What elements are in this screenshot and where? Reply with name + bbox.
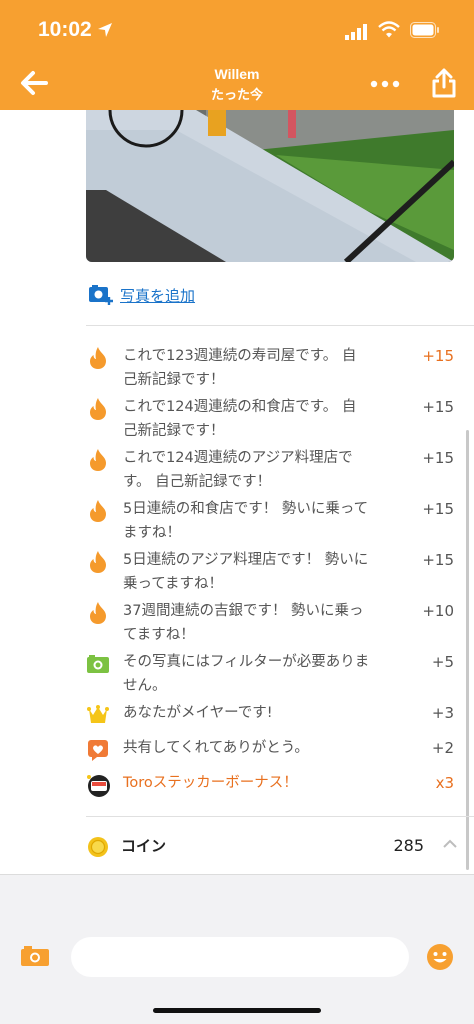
comment-input[interactable] [71, 937, 409, 977]
bonus-points: +15 [422, 551, 454, 569]
bonus-points: +15 [422, 398, 454, 416]
bonus-points: +10 [422, 602, 454, 620]
bonus-points: x3 [435, 774, 454, 792]
bonus-text: 5日連続のアジア料理店です！ 勢いに 乗ってますね！ [123, 548, 383, 596]
bonus-text-line: せん。 [123, 678, 167, 694]
app-header: 10:02 Willem たった今 [0, 0, 474, 110]
bonus-text: 5日連続の和食店です！ 勢いに乗って ますね！ [123, 497, 383, 545]
coin-label: コイン [121, 837, 167, 855]
status-time: 10:02 [38, 18, 92, 41]
bonus-text: これで124週連続の和食店です。 自己新記録です！ [123, 395, 383, 443]
bonus-text-line: その写真にはフィルターが必要ありま [123, 654, 370, 670]
bonus-text: 共有してくれてありがとう。 [123, 736, 383, 760]
coin-total: 285 [393, 836, 424, 855]
bonus-text-line: これで123週連続の寿司屋です。 自 [123, 348, 357, 364]
coin-icon [88, 837, 108, 857]
sticker-emoji-icon[interactable] [426, 943, 454, 971]
bonus-text-line: これで124週連続の和食店です。 自 [123, 399, 357, 415]
camera-icon [86, 652, 110, 676]
bonus-points: +5 [431, 653, 454, 671]
bonus-text-line: 5日連続の和食店です！ 勢いに乗って [123, 501, 369, 517]
bonus-text-line: Toroステッカーボーナス！ [123, 775, 298, 791]
bonus-text: これで123週連続の寿司屋です。 自己新記録です！ [123, 344, 383, 392]
bonus-points: +3 [431, 704, 454, 722]
bonus-text-line: これで124週連続のアジア料理店で [123, 450, 353, 466]
bonus-text-line: 共有してくれてありがとう。 [123, 740, 309, 756]
checkin-user-name: Willem [214, 66, 260, 82]
share-icon[interactable] [432, 68, 456, 98]
crown-icon [86, 703, 110, 727]
battery-icon [410, 22, 439, 38]
bonus-text: その写真にはフィルターが必要ありま せん。 [123, 650, 383, 698]
flame-icon [86, 346, 110, 370]
home-indicator [153, 1008, 321, 1013]
more-options-icon[interactable] [370, 80, 400, 88]
bonus-text-line: あなたがメイヤーです! [123, 705, 273, 721]
flame-icon [86, 601, 110, 625]
sushi-sticker-icon [86, 773, 110, 797]
bonus-text-line: 己新記録です！ [123, 372, 225, 388]
scrollbar[interactable] [466, 430, 469, 870]
bonus-text-line: ますね！ [123, 525, 181, 541]
comments-area [0, 874, 474, 931]
bonus-text-line: 己新記録です！ [123, 423, 225, 439]
flame-icon [86, 448, 110, 472]
checkin-photo[interactable] [86, 110, 454, 262]
bonus-points: +15 [422, 449, 454, 467]
bonus-text: これで124週連続のアジア料理店で す。 自己新記録です！ [123, 446, 383, 494]
heart-icon [86, 738, 110, 762]
bonus-text: 37週間連続の吉銀です！ 勢いに乗っ てますね！ [123, 599, 383, 647]
location-arrow-icon [98, 23, 112, 37]
bonus-text: あなたがメイヤーです! [123, 701, 383, 725]
flame-icon [86, 499, 110, 523]
add-photo-icon[interactable] [88, 284, 114, 306]
checkin-time: たった今 [210, 88, 263, 103]
wifi-icon [378, 21, 400, 38]
bonus-text-line: てますね！ [123, 627, 195, 643]
signal-icon [345, 24, 367, 40]
bonus-text-line: す。 自己新記録です！ [123, 474, 272, 490]
divider [86, 816, 474, 817]
bonus-points: +15 [422, 500, 454, 518]
bonus-points: +2 [431, 739, 454, 757]
bonus-text-line: 乗ってますね！ [123, 576, 224, 592]
chevron-up-icon[interactable] [442, 838, 458, 850]
bonus-points: +15 [422, 347, 454, 365]
bonus-text: Toroステッカーボーナス！ [123, 771, 383, 795]
divider [86, 325, 474, 326]
bonus-text-line: 37週間連続の吉銀です！ 勢いに乗っ [123, 603, 364, 619]
add-photo-link[interactable]: 写真を追加 [120, 285, 195, 306]
camera-icon[interactable] [20, 945, 50, 967]
flame-icon [86, 397, 110, 421]
bonus-text-line: 5日連続のアジア料理店です！ 勢いに [123, 552, 369, 568]
flame-icon [86, 550, 110, 574]
